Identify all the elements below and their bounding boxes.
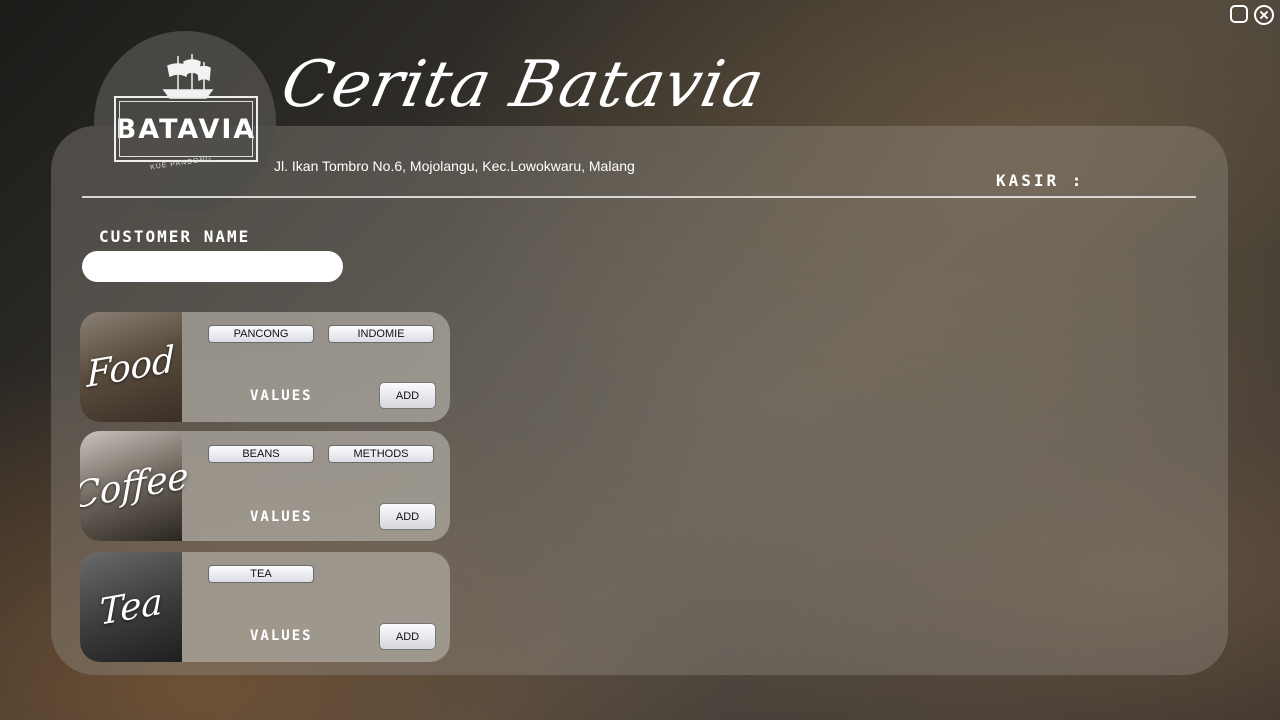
coffee-card-title: Coffee	[80, 454, 189, 518]
customer-name-label: CUSTOMER NAME	[99, 227, 251, 246]
tea-button[interactable]: TEA	[208, 565, 314, 583]
tea-image: Tea	[80, 552, 182, 662]
tea-add-button[interactable]: ADD	[379, 623, 436, 650]
pancong-button[interactable]: PANCONG	[208, 325, 314, 343]
food-add-button[interactable]: ADD	[379, 382, 436, 409]
kasir-label: KASIR :	[996, 171, 1085, 190]
close-icon[interactable]	[1254, 5, 1274, 25]
food-card-title: Food	[86, 338, 176, 396]
store-address: Jl. Ikan Tombro No.6, Mojolangu, Kec.Low…	[274, 158, 635, 174]
food-values-label: VALUES	[250, 388, 313, 404]
methods-button[interactable]: METHODS	[328, 445, 434, 463]
maximize-icon[interactable]	[1230, 5, 1248, 23]
brand-title: Cerita Batavia	[275, 48, 771, 122]
indomie-button[interactable]: INDOMIE	[328, 325, 434, 343]
tea-card-title: Tea	[99, 580, 163, 634]
tea-values-label: VALUES	[250, 628, 313, 644]
tea-card: Tea TEA VALUES ADD	[80, 552, 450, 662]
header-divider	[82, 196, 1196, 198]
window-controls	[1230, 5, 1274, 25]
coffee-card: Coffee BEANS METHODS VALUES ADD	[80, 431, 450, 541]
ship-icon	[162, 54, 214, 99]
coffee-add-button[interactable]: ADD	[379, 503, 436, 530]
coffee-image: Coffee	[80, 431, 189, 541]
food-image: Food	[80, 312, 182, 422]
logo-badge: BATAVIA	[114, 96, 258, 162]
food-card: Food PANCONG INDOMIE VALUES ADD	[80, 312, 450, 422]
customer-name-input[interactable]	[82, 251, 343, 282]
logo-text: BATAVIA	[115, 113, 257, 145]
beans-button[interactable]: BEANS	[208, 445, 314, 463]
coffee-values-label: VALUES	[250, 509, 313, 525]
